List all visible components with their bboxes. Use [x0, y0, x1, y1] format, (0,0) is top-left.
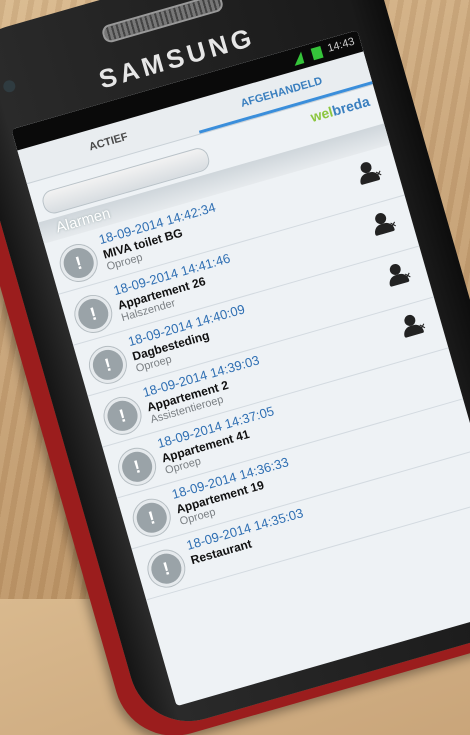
status-time: 14:43: [326, 35, 356, 55]
exclamation-icon: !: [129, 495, 175, 540]
battery-icon: [310, 46, 324, 61]
photo-scene: SAMSUNG 14:43 ACTIEF AFGEHANDELD welbred…: [0, 0, 470, 735]
user-remove-icon[interactable]: ×: [354, 159, 383, 186]
exclamation-icon: !: [56, 240, 101, 286]
exclamation-icon: !: [144, 546, 189, 591]
signal-icon: [291, 51, 305, 66]
user-remove-icon[interactable]: ×: [369, 210, 398, 237]
exclamation-icon: !: [85, 342, 131, 388]
phone-screen: 14:43 ACTIEF AFGEHANDELD welbreda Alarme…: [11, 30, 470, 707]
user-remove-icon[interactable]: ×: [384, 261, 412, 288]
exclamation-icon: !: [114, 444, 160, 490]
exclamation-icon: !: [71, 291, 116, 337]
exclamation-icon: !: [100, 393, 145, 439]
user-remove-icon[interactable]: ×: [398, 312, 427, 339]
samsung-phone: SAMSUNG 14:43 ACTIEF AFGEHANDELD welbred…: [0, 0, 470, 735]
